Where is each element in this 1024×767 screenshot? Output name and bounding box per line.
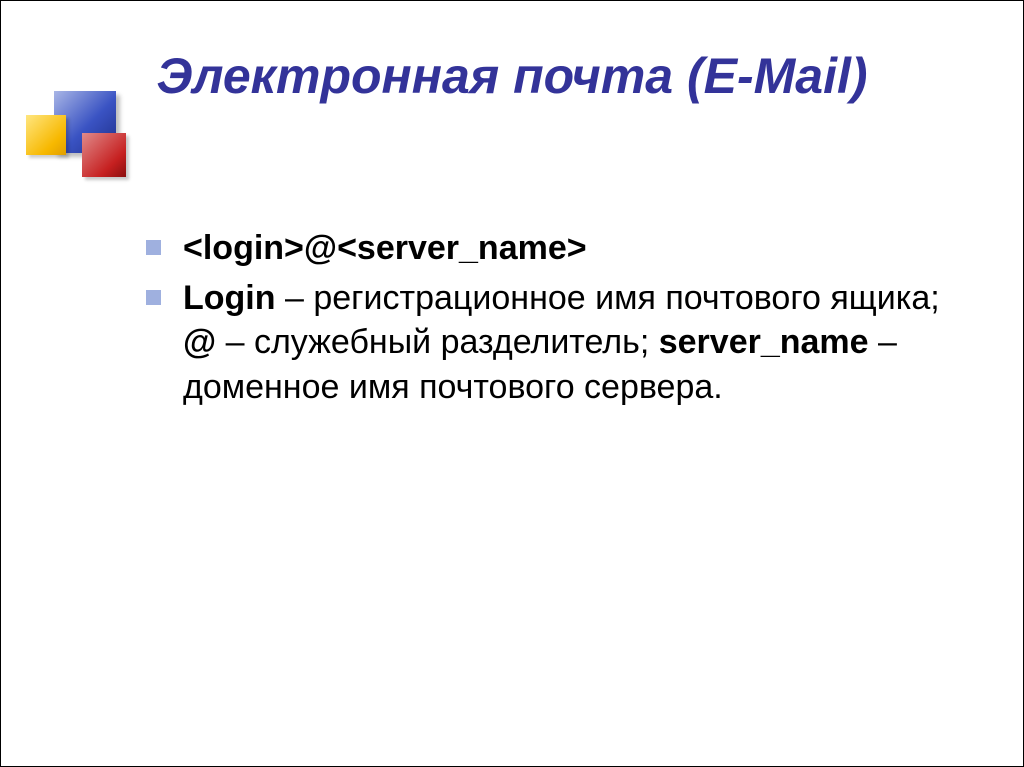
list-item: <login>@<server_name> — [146, 226, 976, 270]
slide-title: Электронная почта (E-Mail) — [1, 47, 1023, 105]
list-item: Login – регистрационное имя почтового ящ… — [146, 276, 976, 409]
bullet-icon — [146, 290, 161, 305]
square-red-icon — [82, 133, 126, 177]
bullet-list: <login>@<server_name> Login – регистраци… — [146, 226, 976, 415]
slide: Электронная почта (E-Mail) <login>@<serv… — [0, 0, 1024, 767]
bullet-text: <login>@<server_name> — [183, 226, 976, 270]
bullet-icon — [146, 240, 161, 255]
square-yellow-icon — [26, 115, 66, 155]
bullet-text: Login – регистрационное имя почтового ящ… — [183, 276, 976, 409]
